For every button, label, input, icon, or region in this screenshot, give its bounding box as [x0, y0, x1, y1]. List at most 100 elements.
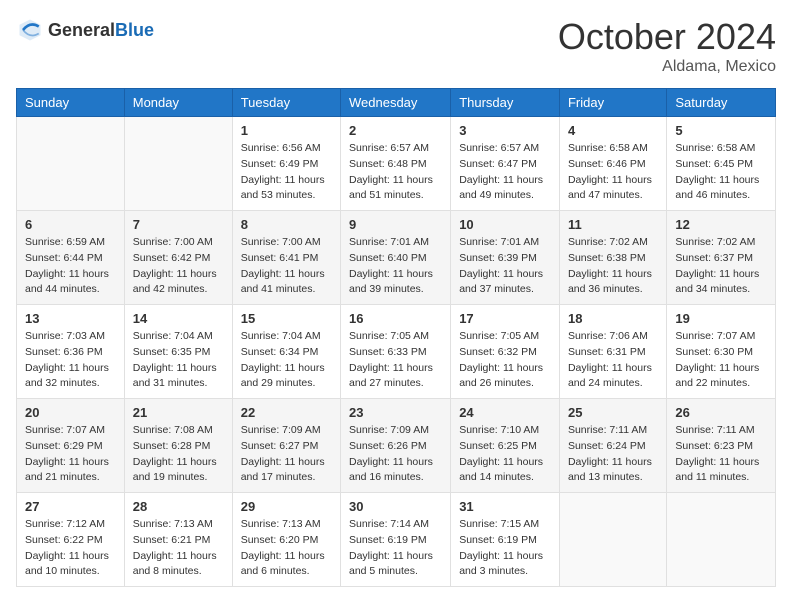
day-cell: 11Sunrise: 7:02 AMSunset: 6:38 PMDayligh…: [559, 211, 666, 305]
page-header: GeneralBlue October 2024 Aldama, Mexico: [16, 16, 776, 76]
day-number: 24: [459, 405, 551, 420]
day-info: Sunrise: 7:01 AMSunset: 6:39 PMDaylight:…: [459, 235, 551, 298]
day-number: 11: [568, 217, 658, 232]
day-cell: 23Sunrise: 7:09 AMSunset: 6:26 PMDayligh…: [341, 399, 451, 493]
month-title: October 2024: [558, 16, 776, 58]
day-number: 15: [241, 311, 332, 326]
day-cell: 16 Sunrise: 7:05 AMSunset: 6:33 PMDayligh…: [341, 305, 451, 399]
logo: GeneralBlue: [16, 16, 154, 44]
day-number: 13: [25, 311, 116, 326]
day-info: Sunrise: 7:13 AMSunset: 6:21 PMDaylight:…: [133, 517, 224, 580]
week-row-1: 1 Sunrise: 6:56 AMSunset: 6:49 PMDaylight…: [17, 117, 776, 211]
day-info: Sunrise: 7:11 AMSunset: 6:23 PMDaylight:…: [675, 423, 767, 486]
day-cell: [559, 493, 666, 587]
day-info: Sunrise: 7:01 AMSunset: 6:40 PMDaylight:…: [349, 235, 442, 298]
day-cell: 24 Sunrise: 7:10 AMSunset: 6:25 PMDayligh…: [451, 399, 560, 493]
day-cell: 7 Sunrise: 7:00 AMSunset: 6:42 PMDaylight…: [124, 211, 232, 305]
day-number: 22: [241, 405, 332, 420]
day-info: Sunrise: 7:12 AMSunset: 6:22 PMDaylight:…: [25, 517, 116, 580]
day-cell: 5Sunrise: 6:58 AMSunset: 6:45 PMDaylight…: [667, 117, 776, 211]
day-info: Sunrise: 7:13 AMSunset: 6:20 PMDaylight:…: [241, 517, 332, 580]
day-number: 19: [675, 311, 767, 326]
day-info: Sunrise: 7:10 AMSunset: 6:25 PMDaylight:…: [459, 423, 551, 486]
day-info: Sunrise: 7:00 AMSunset: 6:42 PMDaylight:…: [133, 235, 224, 298]
day-info: Sunrise: 7:14 AMSunset: 6:19 PMDaylight:…: [349, 517, 442, 580]
day-number: 17: [459, 311, 551, 326]
day-cell: 18Sunrise: 7:06 AMSunset: 6:31 PMDayligh…: [559, 305, 666, 399]
day-info: Sunrise: 7:08 AMSunset: 6:28 PMDaylight:…: [133, 423, 224, 486]
day-number: 2: [349, 123, 442, 138]
day-info: Sunrise: 7:09 AMSunset: 6:27 PMDaylight:…: [241, 423, 332, 486]
header-wednesday: Wednesday: [341, 89, 451, 117]
logo-text: GeneralBlue: [48, 20, 154, 41]
day-info: Sunrise: 7:11 AMSunset: 6:24 PMDaylight:…: [568, 423, 658, 486]
day-cell: 9 Sunrise: 7:01 AMSunset: 6:40 PMDaylight…: [341, 211, 451, 305]
header-row: SundayMondayTuesdayWednesdayThursdayFrid…: [17, 89, 776, 117]
day-cell: 8Sunrise: 7:00 AMSunset: 6:41 PMDaylight…: [232, 211, 340, 305]
day-info: Sunrise: 7:04 AMSunset: 6:34 PMDaylight:…: [241, 329, 332, 392]
day-number: 7: [133, 217, 224, 232]
header-saturday: Saturday: [667, 89, 776, 117]
day-info: Sunrise: 7:00 AMSunset: 6:41 PMDaylight:…: [241, 235, 332, 298]
day-cell: 27 Sunrise: 7:12 AMSunset: 6:22 PMDayligh…: [17, 493, 125, 587]
week-row-3: 13 Sunrise: 7:03 AMSunset: 6:36 PMDayligh…: [17, 305, 776, 399]
day-info: Sunrise: 6:57 AMSunset: 6:47 PMDaylight:…: [459, 141, 551, 204]
day-info: Sunrise: 7:07 AMSunset: 6:29 PMDaylight:…: [25, 423, 116, 486]
day-number: 26: [675, 405, 767, 420]
day-cell: 13 Sunrise: 7:03 AMSunset: 6:36 PMDayligh…: [17, 305, 125, 399]
day-cell: 26 Sunrise: 7:11 AMSunset: 6:23 PMDayligh…: [667, 399, 776, 493]
day-cell: 4 Sunrise: 6:58 AMSunset: 6:46 PMDaylight…: [559, 117, 666, 211]
day-number: 20: [25, 405, 116, 420]
day-number: 25: [568, 405, 658, 420]
day-cell: 3 Sunrise: 6:57 AMSunset: 6:47 PMDaylight…: [451, 117, 560, 211]
day-cell: 6Sunrise: 6:59 AMSunset: 6:44 PMDaylight…: [17, 211, 125, 305]
day-cell: 20 Sunrise: 7:07 AMSunset: 6:29 PMDayligh…: [17, 399, 125, 493]
day-number: 16: [349, 311, 442, 326]
day-cell: 2Sunrise: 6:57 AMSunset: 6:48 PMDaylight…: [341, 117, 451, 211]
day-cell: 1 Sunrise: 6:56 AMSunset: 6:49 PMDaylight…: [232, 117, 340, 211]
day-info: Sunrise: 7:04 AMSunset: 6:35 PMDaylight:…: [133, 329, 224, 392]
day-number: 18: [568, 311, 658, 326]
day-info: Sunrise: 7:09 AMSunset: 6:26 PMDaylight:…: [349, 423, 442, 486]
day-number: 21: [133, 405, 224, 420]
day-cell: 12 Sunrise: 7:02 AMSunset: 6:37 PMDayligh…: [667, 211, 776, 305]
day-info: Sunrise: 7:07 AMSunset: 6:30 PMDaylight:…: [675, 329, 767, 392]
day-number: 9: [349, 217, 442, 232]
day-cell: 29Sunrise: 7:13 AMSunset: 6:20 PMDayligh…: [232, 493, 340, 587]
day-info: Sunrise: 7:15 AMSunset: 6:19 PMDaylight:…: [459, 517, 551, 580]
day-cell: [667, 493, 776, 587]
day-number: 30: [349, 499, 442, 514]
day-info: Sunrise: 7:02 AMSunset: 6:37 PMDaylight:…: [675, 235, 767, 298]
day-number: 4: [568, 123, 658, 138]
day-cell: 15 Sunrise: 7:04 AMSunset: 6:34 PMDayligh…: [232, 305, 340, 399]
day-cell: 21 Sunrise: 7:08 AMSunset: 6:28 PMDayligh…: [124, 399, 232, 493]
day-info: Sunrise: 7:05 AMSunset: 6:33 PMDaylight:…: [349, 329, 442, 392]
location: Aldama, Mexico: [558, 58, 776, 76]
day-cell: 25 Sunrise: 7:11 AMSunset: 6:24 PMDayligh…: [559, 399, 666, 493]
day-info: Sunrise: 6:58 AMSunset: 6:46 PMDaylight:…: [568, 141, 658, 204]
week-row-2: 6Sunrise: 6:59 AMSunset: 6:44 PMDaylight…: [17, 211, 776, 305]
logo-general: General: [48, 20, 115, 40]
day-number: 10: [459, 217, 551, 232]
day-cell: 17 Sunrise: 7:05 AMSunset: 6:32 PMDayligh…: [451, 305, 560, 399]
header-friday: Friday: [559, 89, 666, 117]
day-info: Sunrise: 6:56 AMSunset: 6:49 PMDaylight:…: [241, 141, 332, 204]
day-number: 6: [25, 217, 116, 232]
day-cell: 30 Sunrise: 7:14 AMSunset: 6:19 PMDayligh…: [341, 493, 451, 587]
day-info: Sunrise: 7:05 AMSunset: 6:32 PMDaylight:…: [459, 329, 551, 392]
week-row-5: 27 Sunrise: 7:12 AMSunset: 6:22 PMDayligh…: [17, 493, 776, 587]
day-cell: 31 Sunrise: 7:15 AMSunset: 6:19 PMDayligh…: [451, 493, 560, 587]
day-number: 1: [241, 123, 332, 138]
header-thursday: Thursday: [451, 89, 560, 117]
day-info: Sunrise: 7:03 AMSunset: 6:36 PMDaylight:…: [25, 329, 116, 392]
day-cell: 14Sunrise: 7:04 AMSunset: 6:35 PMDayligh…: [124, 305, 232, 399]
calendar-table: SundayMondayTuesdayWednesdayThursdayFrid…: [16, 88, 776, 587]
day-cell: [124, 117, 232, 211]
day-number: 3: [459, 123, 551, 138]
day-cell: 19 Sunrise: 7:07 AMSunset: 6:30 PMDayligh…: [667, 305, 776, 399]
header-monday: Monday: [124, 89, 232, 117]
day-number: 27: [25, 499, 116, 514]
day-number: 5: [675, 123, 767, 138]
day-number: 12: [675, 217, 767, 232]
day-number: 31: [459, 499, 551, 514]
